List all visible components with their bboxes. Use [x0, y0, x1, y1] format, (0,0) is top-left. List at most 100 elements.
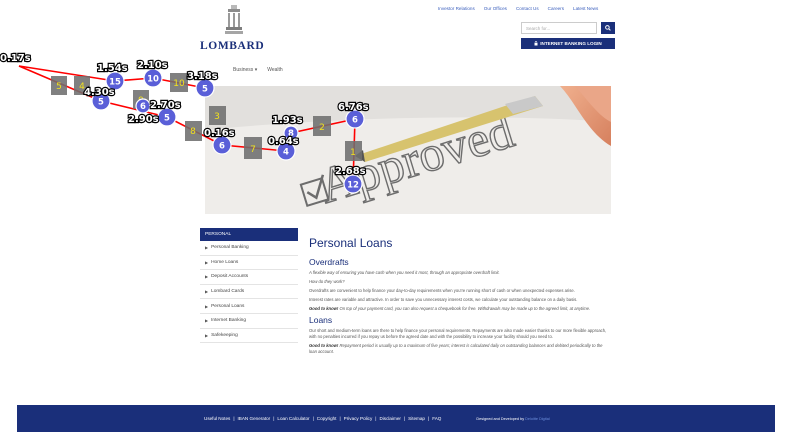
sidebar-item-home-loans[interactable]: ▶ Home Loans: [200, 256, 298, 271]
sidebar-item-label: Internet Banking: [211, 318, 247, 324]
triangle-right-icon: ▶: [205, 259, 209, 265]
search-button[interactable]: [601, 22, 615, 34]
svg-text:4: 4: [79, 82, 85, 92]
triangle-right-icon: ▶: [205, 289, 209, 295]
svg-text:9: 9: [138, 96, 144, 106]
main-content: Personal Loans Overdrafts A flexible way…: [309, 236, 611, 358]
step-box-4: 4: [74, 76, 90, 95]
svg-text:10: 10: [147, 75, 159, 85]
footer-link-loan-calculator[interactable]: Loan Calculator: [277, 416, 309, 421]
main-nav: Business ▾ Wealth: [200, 67, 283, 73]
svg-text:10: 10: [173, 79, 185, 89]
svg-text:6: 6: [140, 102, 146, 112]
overdrafts-intro: A flexible way of ensuring you have cash…: [309, 270, 500, 275]
marker-circle-5: 5: [91, 91, 111, 111]
duration-label: 0.17s: [0, 53, 31, 64]
footer-credit-brand[interactable]: Deloitte Digital: [525, 417, 549, 421]
overdrafts-paragraph-1: Overdrafts are convenient to help financ…: [309, 288, 575, 293]
footer-credit-prefix: Designed and Developed by: [476, 416, 525, 421]
duration-label: 4.30s: [84, 87, 115, 98]
footer-separator: |: [312, 416, 314, 421]
footer-link-sitemap[interactable]: Sitemap: [408, 416, 425, 421]
footer-separator: |: [233, 416, 235, 421]
loans-good-to-know: Good to know! Repayment period is usuall…: [309, 343, 611, 355]
internet-banking-login-label: INTERNET BANKING LOGIN: [540, 41, 602, 46]
svg-text:5: 5: [98, 98, 104, 108]
triangle-right-icon: ▶: [205, 318, 209, 324]
sidebar-item-label: Safekeeping: [211, 332, 238, 338]
duration-label: 2.70s: [150, 100, 181, 111]
lombard-logo[interactable]: LOMBARD: [200, 40, 264, 52]
sidebar-item-label: Lombard Cards: [211, 289, 245, 295]
footer-credit: Designed and Developed by Deloitte Digit…: [476, 417, 549, 421]
nav-business[interactable]: Business ▾: [233, 67, 257, 73]
overdrafts-paragraph-2: Interest rates are variable and attracti…: [309, 297, 578, 302]
footer-links: Useful Notes | IBAN Generator | Loan Calcu…: [204, 416, 441, 421]
internet-banking-login-button[interactable]: INTERNET BANKING LOGIN: [521, 38, 615, 49]
sidebar: PERSONAL ▶ Personal Banking ▶ Home Loans ▶…: [200, 228, 298, 344]
bank-building-icon[interactable]: [225, 4, 243, 38]
step-box-8: 8: [185, 121, 202, 141]
sidebar-item-personal-loans[interactable]: ▶ Personal Loans: [200, 299, 298, 314]
footer-separator: |: [375, 416, 377, 421]
sidebar-item-internet-banking[interactable]: ▶ Internet Banking: [200, 314, 298, 329]
footer-link-iban-generator[interactable]: IBAN Generator: [238, 416, 271, 421]
sidebar-item-lombard-cards[interactable]: ▶ Lombard Cards: [200, 285, 298, 300]
loans-heading: Loans: [309, 315, 333, 325]
good-to-know-label: Good to know!: [309, 343, 339, 348]
top-links: Investor Relations Our Offices Contact U…: [438, 6, 788, 11]
sidebar-item-label: Personal Banking: [211, 245, 249, 251]
step-box-10: 10: [170, 73, 188, 92]
sidebar-item-label: Deposit Accounts: [211, 274, 249, 280]
triangle-right-icon: ▶: [205, 332, 209, 338]
svg-text:5: 5: [56, 82, 62, 92]
footer-link-useful-notes[interactable]: Useful Notes: [204, 416, 230, 421]
approved-stamp-illustration: Approved: [205, 86, 611, 214]
good-to-know-label: Good to know!: [309, 306, 339, 311]
loans-paragraph-1: Our short and medium-term loans are ther…: [309, 328, 607, 339]
triangle-right-icon: ▶: [205, 274, 209, 280]
overdrafts-heading: Overdrafts: [309, 257, 349, 267]
duration-label: 2.90s: [128, 114, 159, 125]
search-input[interactable]: [521, 22, 597, 34]
careers-link[interactable]: Careers: [548, 6, 564, 11]
page-title: Personal Loans: [309, 236, 393, 250]
marker-circle-6: 6: [135, 98, 151, 114]
svg-text:8: 8: [190, 127, 196, 137]
marker-circle-5: 5: [157, 107, 177, 127]
sidebar-item-deposit-accounts[interactable]: ▶ Deposit Accounts: [200, 270, 298, 285]
good-to-know-text: On top of your payment card, you can als…: [339, 306, 591, 311]
sidebar-item-personal-banking[interactable]: ▶ Personal Banking: [200, 241, 298, 256]
footer-separator: |: [273, 416, 275, 421]
hero-image: Approved: [205, 86, 611, 214]
footer-link-copyright[interactable]: Copyright: [317, 416, 337, 421]
overdrafts-how: How do they work?: [309, 279, 345, 284]
marker-circle-10: 10: [143, 68, 163, 88]
overdrafts-good-to-know: Good to know! On top of your payment car…: [309, 306, 611, 312]
contact-us-link[interactable]: Contact Us: [516, 6, 539, 11]
triangle-right-icon: ▶: [205, 245, 209, 251]
investor-relations-link[interactable]: Investor Relations: [438, 6, 475, 11]
duration-label: 1.54s: [97, 63, 128, 74]
footer-link-disclaimer[interactable]: Disclaimer: [379, 416, 400, 421]
sidebar-header[interactable]: PERSONAL: [200, 228, 298, 241]
footer-link-faq[interactable]: FAQ: [432, 416, 441, 421]
footer: Useful Notes | IBAN Generator | Loan Calcu…: [17, 405, 775, 432]
duration-label: 2.10s: [137, 60, 168, 71]
sidebar-item-label: Home Loans: [211, 259, 239, 265]
sidebar-item-label: Personal Loans: [211, 303, 245, 309]
latest-news-link[interactable]: Latest News: [573, 6, 598, 11]
footer-separator: |: [339, 416, 341, 421]
footer-link-privacy-policy[interactable]: Privacy Policy: [344, 416, 373, 421]
nav-wealth[interactable]: Wealth: [267, 67, 282, 73]
caret-down-icon: ▾: [254, 67, 258, 73]
marker-circle-15: 15: [105, 71, 125, 91]
footer-separator: |: [427, 416, 430, 421]
step-box-5: 5: [51, 76, 67, 95]
our-offices-link[interactable]: Our Offices: [484, 6, 507, 11]
step-box-9: 9: [133, 90, 149, 109]
sidebar-item-safekeeping[interactable]: ▶ Safekeeping: [200, 329, 298, 344]
triangle-right-icon: ▶: [205, 303, 209, 309]
footer-separator: |: [403, 416, 406, 421]
search-icon: [605, 25, 611, 31]
